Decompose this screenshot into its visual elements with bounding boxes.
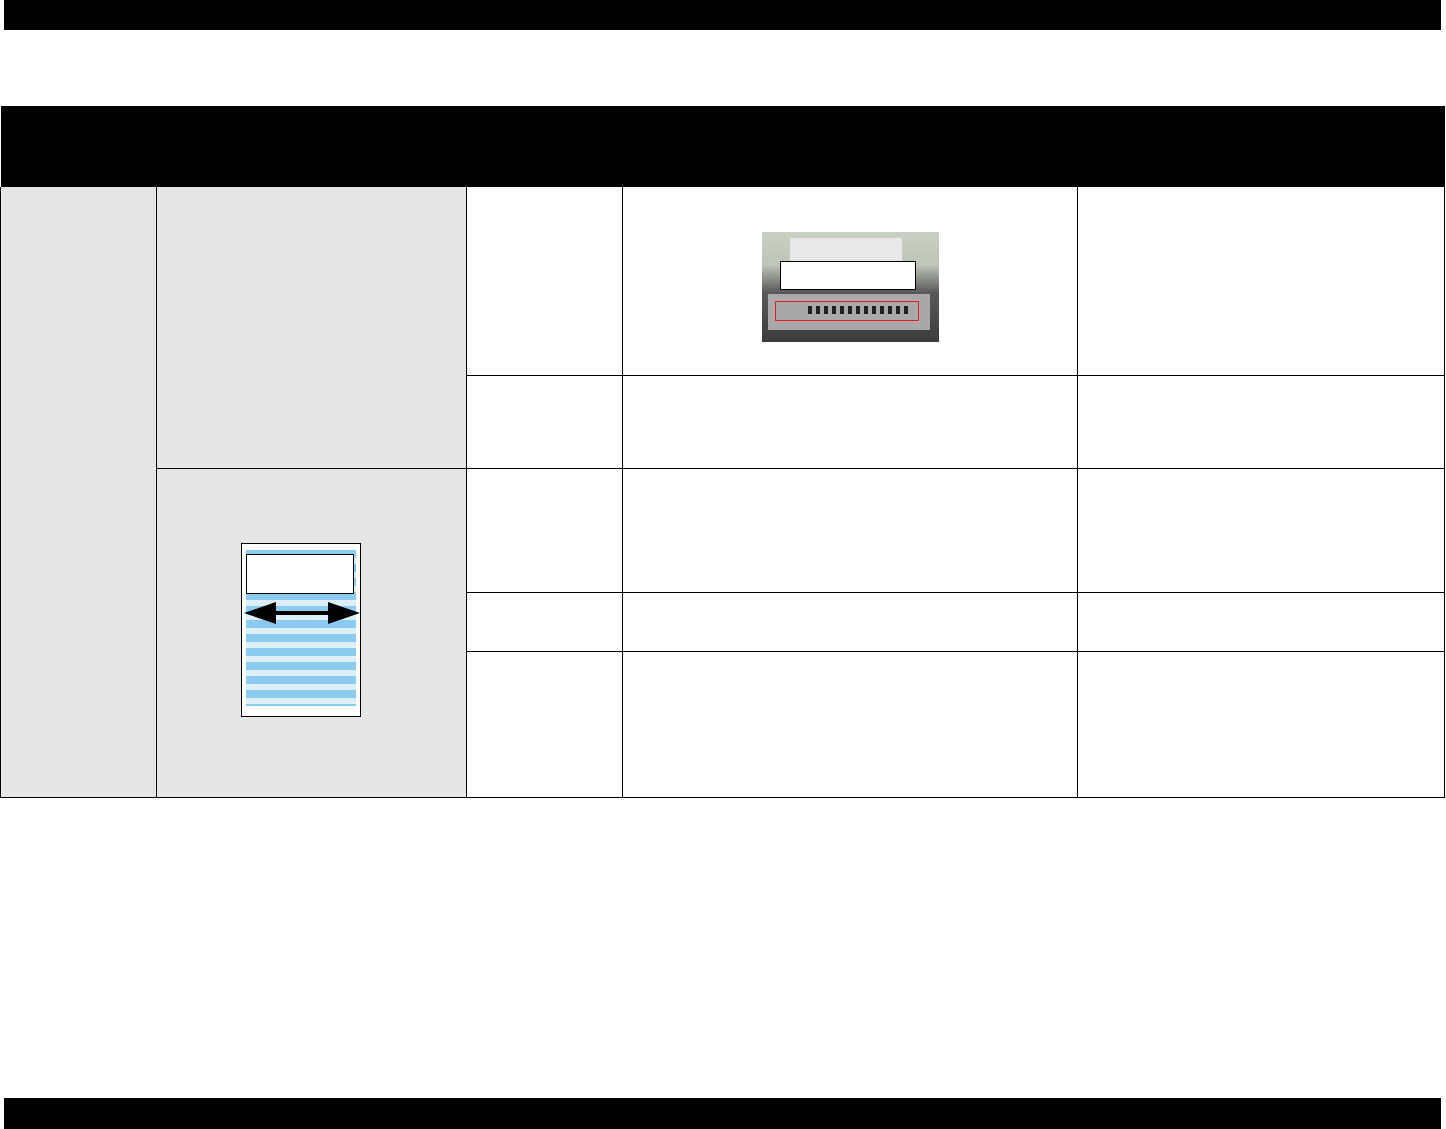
symptom-cell-top [156, 187, 467, 468]
row-divider [466, 375, 1445, 376]
table-header-row [1, 106, 1445, 187]
photo-highlight-box [775, 301, 919, 321]
photo-callout-box [780, 261, 916, 290]
row-divider [466, 651, 1445, 652]
page-stripes-diagram [241, 543, 361, 717]
row-divider [466, 592, 1445, 593]
table-divider [622, 187, 623, 798]
printer-photo [762, 232, 939, 342]
table-border-bottom [0, 797, 1445, 798]
table-border-right [1444, 187, 1445, 798]
diagram-callout-box [246, 554, 354, 594]
table-divider [466, 187, 467, 798]
page-footer-band [4, 1098, 1441, 1129]
table-divider [1077, 187, 1078, 798]
row-divider [156, 468, 1445, 469]
table-border-left [0, 187, 1, 798]
double-arrow-icon [244, 602, 360, 624]
table-divider [156, 187, 157, 798]
page-header-band [4, 0, 1441, 30]
category-cell [1, 187, 156, 798]
